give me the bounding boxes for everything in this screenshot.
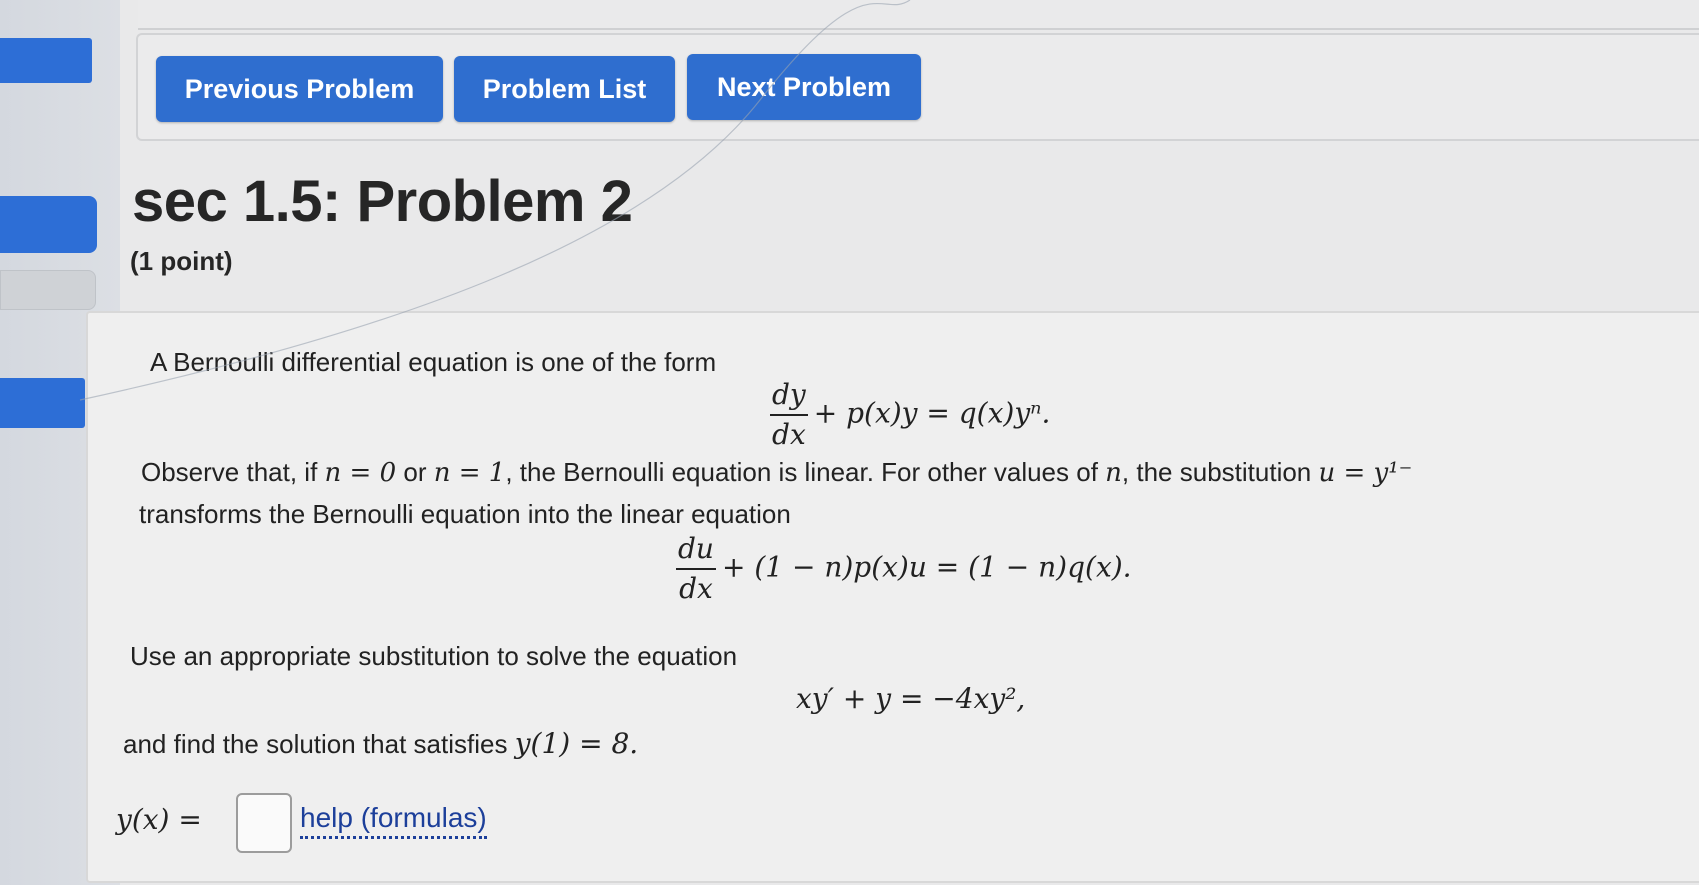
du-dx-fraction: du dx xyxy=(676,532,716,606)
dy-dx-fraction: dy dx xyxy=(770,378,808,452)
math-n-0: n = 0 xyxy=(324,458,397,488)
previous-problem-button[interactable]: Previous Problem xyxy=(156,56,443,122)
fraction-denominator: dx xyxy=(772,418,806,451)
fraction-numerator: du xyxy=(676,532,716,570)
initial-condition: y(1) = 8. xyxy=(514,727,639,760)
observe-part-2: or xyxy=(403,457,427,487)
observe-part-1: Observe that, if xyxy=(141,457,318,487)
math-n: n xyxy=(1105,458,1122,488)
next-problem-button[interactable]: Next Problem xyxy=(687,54,921,120)
sidebar-item-1[interactable] xyxy=(0,38,92,83)
linear-equation: du dx + (1 − n)p(x)u = (1 − n)q(x). xyxy=(676,532,1132,606)
top-bar xyxy=(138,0,1699,30)
sidebar-item-2[interactable] xyxy=(0,196,97,253)
sidebar-item-3[interactable] xyxy=(0,270,96,310)
fraction-denominator: dx xyxy=(679,572,713,605)
intro-text: A Bernoulli differential equation is one… xyxy=(150,347,717,377)
find-text: and find the solution that satisfies y(1… xyxy=(123,727,638,760)
answer-label: y(x) = xyxy=(116,803,202,836)
fraction-numerator: dy xyxy=(770,378,808,416)
equation-rest: + p(x)y = q(x)yⁿ. xyxy=(813,396,1051,430)
answer-input[interactable] xyxy=(236,793,292,853)
observe-part-4: , the substitution xyxy=(1121,457,1312,487)
find-sentence: and find the solution that satisfies xyxy=(123,729,508,759)
problem-list-button[interactable]: Problem List xyxy=(454,56,675,122)
bernoulli-equation: dy dx + p(x)y = q(x)yⁿ. xyxy=(770,378,1050,452)
math-substitution: u = y¹⁻ xyxy=(1318,458,1413,488)
points-label: (1 point) xyxy=(130,246,233,276)
observe-part-3: , the Bernoulli equation is linear. For … xyxy=(505,457,1098,487)
math-n-1: n = 1 xyxy=(433,458,506,488)
page-title: sec 1.5: Problem 2 xyxy=(132,169,633,234)
transforms-text: transforms the Bernoulli equation into t… xyxy=(139,499,791,529)
help-formulas-link[interactable]: help (formulas) xyxy=(300,802,487,839)
equation-rest: + (1 − n)p(x)u = (1 − n)q(x). xyxy=(721,550,1132,584)
given-equation: xy′ + y = −4xy², xyxy=(796,682,1026,715)
use-text: Use an appropriate substitution to solve… xyxy=(130,641,738,671)
sidebar-item-4[interactable] xyxy=(0,378,85,428)
observe-text: Observe that, if n = 0 or n = 1, the Ber… xyxy=(141,457,1412,488)
